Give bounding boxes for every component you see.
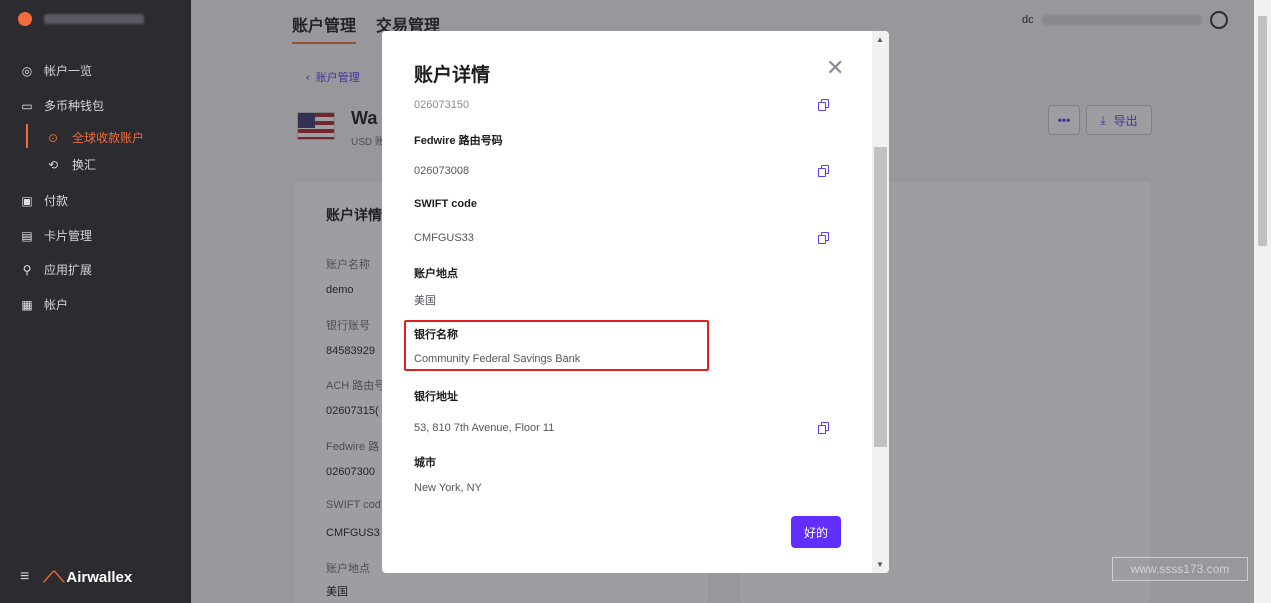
menu-icon[interactable]: ≡ [20,568,29,586]
field-value-bank-name: Community Federal Savings Bank [414,353,581,365]
wallet-icon: ▭ [21,98,33,113]
sidebar-footer: ≡ ⟋⟍ Airwallex [20,568,132,586]
sidebar-item-label: 换汇 [72,158,97,172]
airwallex-logo-text: Airwallex [66,568,133,586]
field-label-fedwire: Fedwire 路由号码 [414,135,503,147]
scroll-down-icon[interactable]: ▼ [876,560,884,569]
field-value-fedwire: 026073008 [414,165,470,177]
brand-name-blurred [44,14,144,24]
exchange-icon: ⟲ [47,157,59,172]
dashboard-icon: ◎ [21,63,33,78]
brand-logo-icon [18,12,32,26]
copy-icon[interactable] [818,422,830,435]
field-value-bank-address: 53, 810 7th Avenue, Floor 11 [414,422,555,434]
field-label-bank-name: 银行名称 [414,329,458,341]
globe-icon: ⊙ [47,130,59,145]
field-value-ach: 026073150 [414,99,470,111]
payment-icon: ▣ [21,193,33,208]
sidebar: ◎ 帐户一览 ▭ 多币种钱包 ⊙ 全球收款账户 ⟲ 换汇 ▣ 付款 ▤ 卡片管理… [0,0,191,603]
copy-icon[interactable] [818,99,830,112]
field-value-location: 美国 [414,295,436,307]
sidebar-item-label: 帐户一览 [44,64,93,78]
link-icon: ⚲ [22,262,32,277]
account-details-modal: 账户详情 ✕ 026073150 Fedwire 路由号码 026073008 … [382,31,889,573]
copy-icon[interactable] [818,232,830,245]
sidebar-item-label: 付款 [44,194,69,208]
field-value-swift: CMFGUS33 [414,232,474,244]
field-value-city: New York, NY [414,482,482,494]
sidebar-item-global-accounts[interactable]: ⊙ 全球收款账户 [46,129,144,146]
sidebar-item-payments[interactable]: ▣ 付款 [20,192,68,209]
sidebar-item-label: 多币种钱包 [44,99,105,113]
modal-title: 账户详情 [414,65,491,86]
copy-icon[interactable] [818,165,830,178]
card-icon: ▤ [21,228,33,243]
sidebar-item-label: 应用扩展 [44,263,93,277]
sidebar-item-apps[interactable]: ⚲ 应用扩展 [20,261,92,278]
page-scrollbar[interactable] [1254,0,1271,603]
sidebar-brand[interactable] [18,12,144,26]
watermark: www.ssss173.com [1112,557,1248,581]
sidebar-item-label: 全球收款账户 [72,131,145,145]
modal-scrollbar-thumb[interactable] [874,147,887,447]
airwallex-logo-icon: ⟋⟍ [43,568,65,586]
modal-scrollbar[interactable]: ▲ ▼ [872,31,889,573]
sidebar-item-account[interactable]: ▦ 帐户 [20,296,68,313]
sidebar-item-wallet[interactable]: ▭ 多币种钱包 [20,97,104,114]
sidebar-item-overview[interactable]: ◎ 帐户一览 [20,62,92,79]
field-label-location: 账户地点 [414,268,458,280]
page-scrollbar-thumb[interactable] [1258,16,1267,246]
field-label-bank-address: 银行地址 [414,391,458,403]
field-label-swift: SWIFT code [414,198,477,210]
sidebar-item-cards[interactable]: ▤ 卡片管理 [20,227,92,244]
scroll-up-icon[interactable]: ▲ [876,35,884,44]
field-label-city: 城市 [414,457,436,469]
active-indicator [26,124,28,148]
sidebar-item-label: 帐户 [44,298,69,312]
sidebar-item-exchange[interactable]: ⟲ 换汇 [46,156,96,173]
ok-button[interactable]: 好的 [791,516,841,548]
sidebar-item-label: 卡片管理 [44,229,93,243]
account-icon: ▦ [21,297,33,312]
close-icon[interactable]: ✕ [826,57,844,79]
